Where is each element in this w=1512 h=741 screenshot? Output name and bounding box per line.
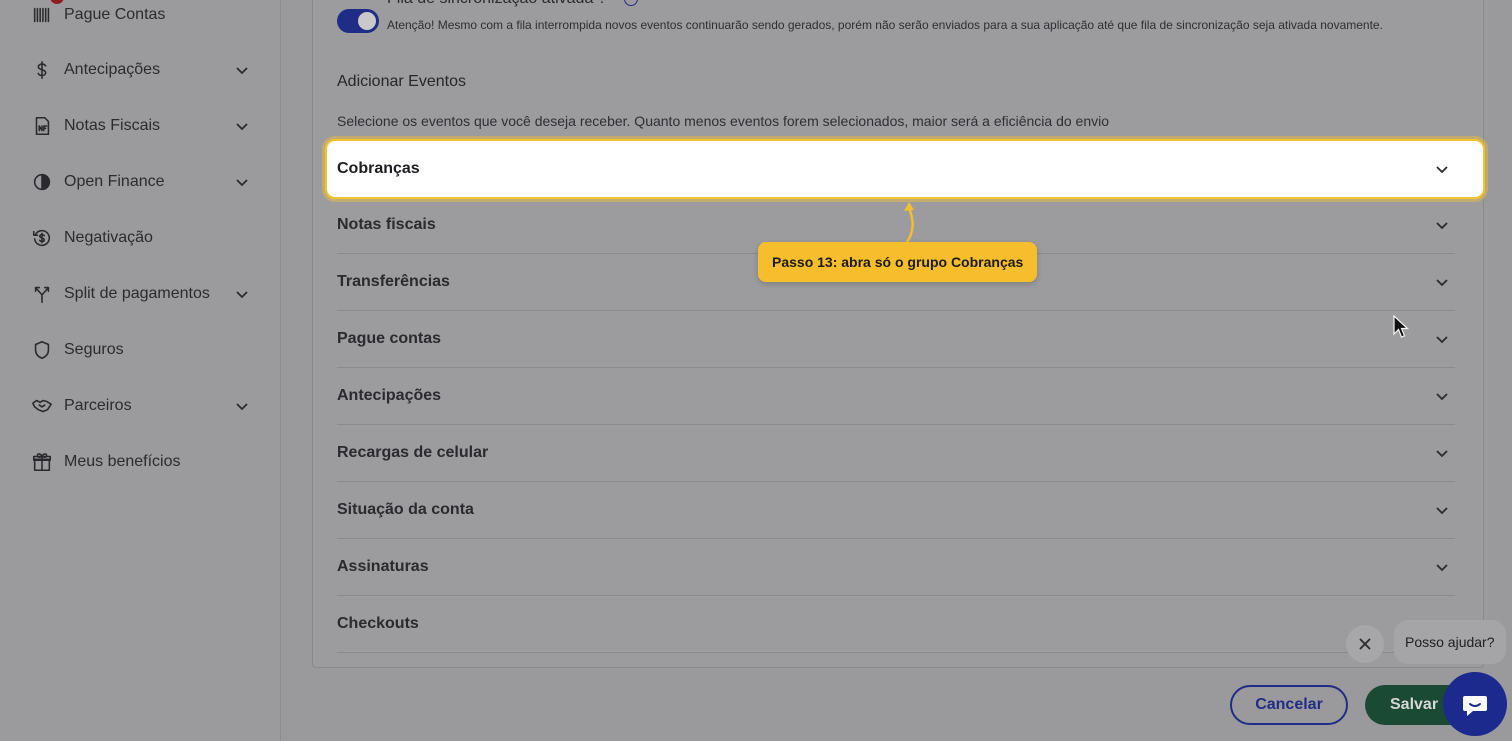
accordion-label: Antecipações <box>337 387 442 404</box>
sidebar-item-label: Seguros <box>64 341 124 358</box>
chevron-down-icon[interactable] <box>1435 162 1449 176</box>
sidebar-item-negativacao[interactable]: Negativação <box>30 223 255 253</box>
invoice-icon <box>30 114 54 138</box>
cancel-button[interactable]: Cancelar <box>1230 685 1348 725</box>
chevron-down-icon[interactable] <box>1435 218 1449 232</box>
chevron-down-icon[interactable] <box>1435 446 1449 460</box>
negative-money-icon <box>30 226 54 250</box>
sidebar: Pague Contas Antecipações Notas Fiscais … <box>0 0 281 741</box>
sidebar-item-antecipacoes[interactable]: Antecipações <box>30 55 255 85</box>
sidebar-item-label: Antecipações <box>64 61 161 78</box>
chevron-down-icon[interactable] <box>235 287 249 301</box>
sidebar-item-label: Meus benefícios <box>64 453 181 470</box>
sidebar-item-split-pagamentos[interactable]: Split de pagamentos <box>30 279 255 309</box>
sidebar-item-notas-fiscais[interactable]: Notas Fiscais <box>30 111 255 141</box>
accordion-label: Recargas de celular <box>337 444 489 461</box>
accordion-pague-contas[interactable]: Pague contas <box>337 311 1455 368</box>
tutorial-tooltip: Passo 13: abra só o grupo Cobranças <box>758 242 1038 282</box>
sidebar-item-seguros[interactable]: Seguros <box>30 335 255 365</box>
sync-queue-toggle[interactable] <box>337 9 379 33</box>
accordion-antecipacoes[interactable]: Antecipações <box>337 368 1455 425</box>
accordion-cobrancas[interactable]: Cobranças <box>325 139 1485 199</box>
sidebar-item-label: Open Finance <box>64 173 165 190</box>
chevron-down-icon[interactable] <box>1435 503 1449 517</box>
accordion-recargas-celular[interactable]: Recargas de celular <box>337 425 1455 482</box>
chevron-down-icon[interactable] <box>235 63 249 77</box>
chevron-down-icon[interactable] <box>235 119 249 133</box>
tooltip-arrow <box>904 202 914 243</box>
chat-help-bubble[interactable]: Posso ajudar? <box>1394 620 1506 664</box>
sidebar-item-meus-beneficios[interactable]: Meus benefícios <box>30 447 255 477</box>
close-chat-button[interactable] <box>1346 625 1384 663</box>
chevron-down-icon[interactable] <box>235 399 249 413</box>
accordion-label: Assinaturas <box>337 558 429 575</box>
sidebar-item-open-finance[interactable]: Open Finance <box>30 167 255 197</box>
chat-launcher-button[interactable] <box>1443 672 1507 736</box>
chevron-down-icon[interactable] <box>1435 560 1449 574</box>
chevron-down-icon[interactable] <box>1435 389 1449 403</box>
gift-icon <box>30 450 54 474</box>
accordion-situacao-conta[interactable]: Situação da conta <box>337 482 1455 539</box>
add-events-description: Selecione os eventos que você deseja rec… <box>337 113 1110 129</box>
sidebar-item-label: Parceiros <box>64 397 132 414</box>
accordion-label: Situação da conta <box>337 501 474 518</box>
chat-icon <box>1463 696 1487 716</box>
accordion-label: Transferências <box>337 273 450 290</box>
chevron-down-icon[interactable] <box>1435 332 1449 346</box>
sidebar-item-label: Pague Contas <box>64 6 166 23</box>
sync-warning-text: Atenção! Mesmo com a fila interrompida n… <box>387 18 1383 32</box>
barcode-icon <box>30 3 54 27</box>
sidebar-item-label: Negativação <box>64 229 153 246</box>
accordion-checkouts[interactable]: Checkouts <box>337 596 1455 653</box>
open-finance-icon <box>30 170 54 194</box>
chevron-down-icon[interactable] <box>235 175 249 189</box>
dollar-icon <box>30 58 54 82</box>
close-icon <box>1359 638 1371 650</box>
shield-icon <box>30 338 54 362</box>
sidebar-item-parceiros[interactable]: Parceiros <box>30 391 255 421</box>
sidebar-item-label: Notas Fiscais <box>64 117 161 134</box>
sync-queue-title: Fila de sincronização ativada ? <box>387 0 607 8</box>
add-events-title: Adicionar Eventos <box>337 73 466 90</box>
handshake-icon <box>30 394 54 418</box>
accordion-label: Checkouts <box>337 615 419 632</box>
sidebar-item-label: Split de pagamentos <box>64 285 210 302</box>
accordion-assinaturas[interactable]: Assinaturas <box>337 539 1455 596</box>
accordion-label: Cobranças <box>337 160 420 177</box>
mouse-cursor-icon <box>1393 314 1410 338</box>
accordion-label: Notas fiscais <box>337 216 436 233</box>
split-icon <box>30 282 54 306</box>
chevron-down-icon[interactable] <box>1435 275 1449 289</box>
sidebar-item-pague-contas[interactable]: Pague Contas <box>30 0 255 30</box>
accordion-label: Pague contas <box>337 330 442 347</box>
